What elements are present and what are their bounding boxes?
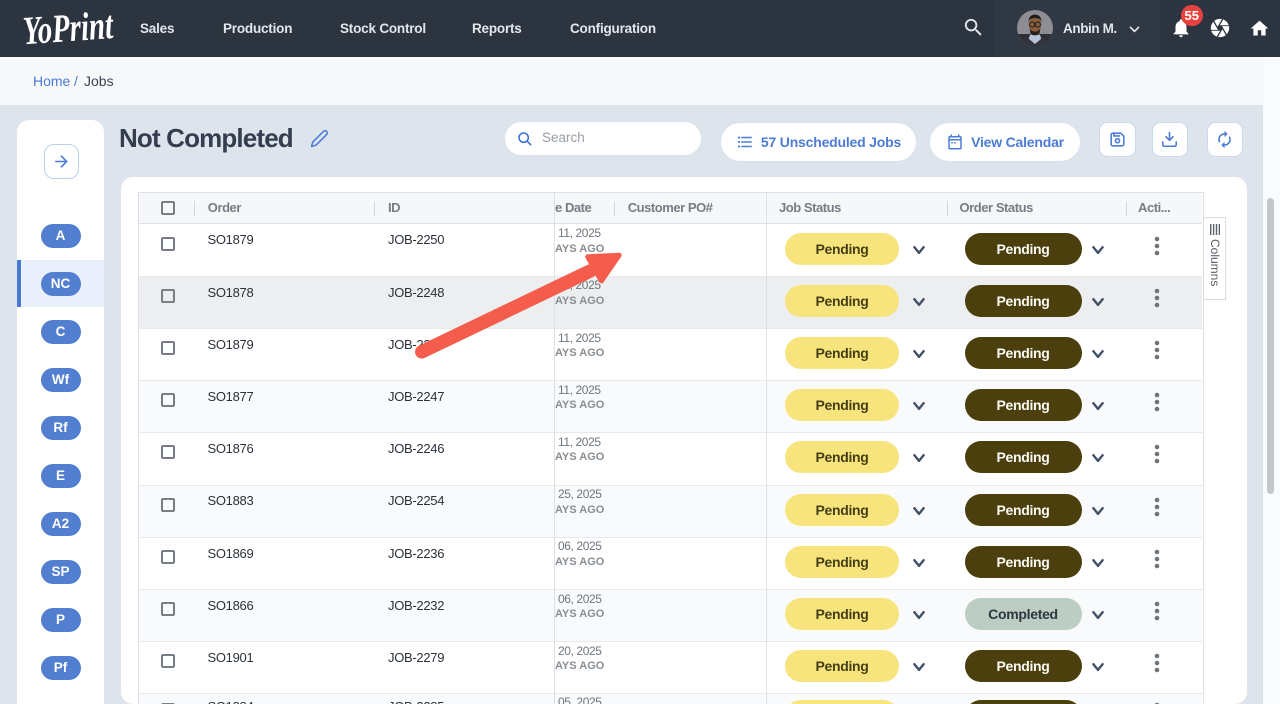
- svg-text:YoPrint: YoPrint: [22, 2, 116, 53]
